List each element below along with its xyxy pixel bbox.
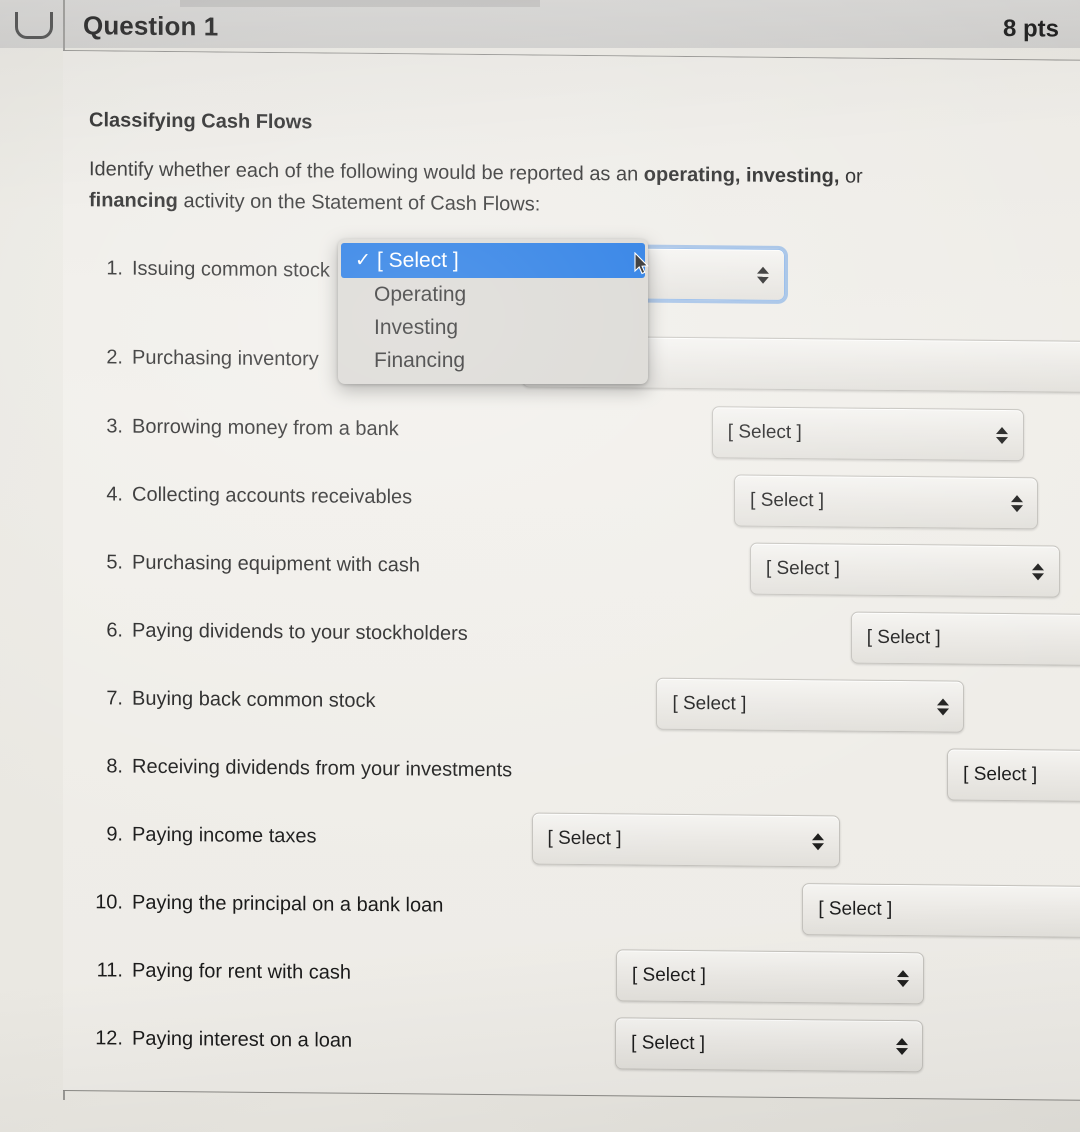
list-item-number: 4. — [106, 482, 123, 506]
list-item: 7. Buying back common stock [ Select ] — [89, 672, 965, 733]
select-value: [ Select ] — [866, 626, 941, 649]
instructions-part-1: operating, investing, — [643, 163, 845, 188]
list-item-number: 5. — [106, 550, 123, 574]
list-item-label: Borrowing money from a bank — [132, 415, 399, 440]
select-updown-arrows-icon[interactable] — [895, 1033, 908, 1059]
activity-select-12[interactable]: [ Select ] — [615, 1017, 924, 1073]
select-updown-arrows-icon[interactable] — [996, 422, 1009, 448]
activity-select-7[interactable]: [ Select ] — [656, 677, 965, 733]
select-value: [ Select ] — [765, 557, 840, 580]
instructions-part-4: activity on the Statement of Cash Flows: — [177, 190, 541, 216]
list-item-label: Paying dividends to your stockholders — [132, 619, 468, 645]
question-content: Classifying Cash Flows Identify whether … — [89, 109, 1080, 1073]
activity-select-11[interactable]: [ Select ] — [616, 949, 924, 1005]
select-updown-arrows-icon[interactable] — [1010, 490, 1023, 516]
select-value: [ Select ] — [727, 421, 802, 444]
list-item: 4. Collecting accounts receivables [ Selec… — [89, 468, 1039, 530]
section-heading: Classifying Cash Flows — [89, 109, 313, 134]
list-item: 11. Paying for rent with cash [ Select ] — [89, 944, 924, 1005]
select-updown-arrows-icon[interactable] — [896, 965, 909, 991]
page-title: Question 1 — [83, 10, 219, 42]
select-value: [ Select ] — [632, 964, 706, 987]
checkmark-icon: ✓ — [352, 349, 374, 372]
list-item: 3. Borrowing money from a bank [ Select ] — [89, 400, 1024, 462]
dropdown-option-label: Operating — [374, 282, 467, 306]
question-body: Classifying Cash Flows Identify whether … — [63, 51, 1080, 1101]
dropdown-option[interactable]: ✓Operating — [338, 278, 648, 311]
list-item-number: 1. — [106, 256, 123, 280]
dropdown-option[interactable]: ✓Investing — [338, 311, 648, 344]
select-dropdown-popup[interactable]: ✓[ Select ]✓Operating✓Investing✓Financin… — [338, 239, 648, 384]
select-value: [ Select ] — [750, 489, 825, 512]
list-item-label: Paying interest on a loan — [132, 1027, 353, 1052]
list-item: 5. Purchasing equipment with cash [ Select… — [89, 536, 1060, 598]
dropdown-option-label: [ Select ] — [377, 248, 459, 272]
select-value: [ Select ] — [672, 692, 747, 715]
activity-select-5[interactable]: [ Select ] — [749, 542, 1060, 598]
mouse-pointer-icon — [634, 251, 650, 276]
checkmark-icon: ✓ — [352, 283, 374, 306]
dropdown-option[interactable]: ✓Financing — [338, 344, 648, 377]
list-item-label: Paying income taxes — [132, 823, 317, 847]
list-item-label: Purchasing inventory — [132, 346, 319, 370]
list-item-label: Purchasing equipment with cash — [132, 551, 420, 576]
activity-select-9[interactable]: [ Select ] — [531, 812, 840, 868]
instructions-rich: Identify whether each of the following w… — [89, 158, 863, 215]
checkmark-icon: ✓ — [352, 316, 374, 339]
list-item-number: 7. — [106, 686, 123, 710]
select-value: [ Select ] — [631, 1032, 706, 1055]
list-item-label: Collecting accounts receivables — [132, 483, 413, 508]
activity-select-10[interactable]: [ Select ] — [802, 883, 1080, 939]
list-item: 9. Paying income taxes [ Select ] — [89, 808, 840, 868]
list-item-number: 3. — [106, 414, 123, 438]
list-item: 8. Receiving dividends from your investme… — [89, 740, 1080, 804]
select-updown-arrows-icon[interactable] — [936, 693, 949, 719]
list-item: 10. Paying the principal on a bank loan [ … — [89, 876, 1080, 939]
list-item-label: Receiving dividends from your investment… — [132, 755, 513, 781]
list-item-number: 12. — [95, 1026, 123, 1050]
dropdown-option-label: Financing — [374, 348, 466, 372]
points-badge: 8 pts — [1002, 15, 1059, 43]
activity-select-6[interactable]: [ Select ] — [850, 611, 1080, 667]
instructions-part-2: or — [844, 165, 863, 188]
select-value: [ Select ] — [547, 827, 622, 850]
instructions-part-0: Identify whether each of the following w… — [89, 158, 644, 186]
dropdown-option[interactable]: ✓ [ Select ] — [341, 243, 645, 278]
dropdown-option-label: Investing — [374, 315, 459, 339]
screen-photo: Question 1 8 pts Classifying Cash Flows … — [0, 0, 1080, 1132]
list-item-number: 10. — [95, 890, 123, 914]
question-card: Question 1 8 pts Classifying Cash Flows … — [63, 0, 1080, 1110]
list-item-label: Paying the principal on a bank loan — [132, 891, 444, 917]
select-value: [ Select ] — [963, 763, 1038, 786]
select-value: [ Select ] — [818, 898, 893, 920]
list-item-label: Paying for rent with cash — [132, 959, 351, 984]
list-item-number: 6. — [106, 618, 123, 642]
list-item: 12. Paying interest on a loan [ Select ] — [89, 1012, 924, 1073]
list-item-number: 9. — [106, 822, 123, 846]
activity-select-8[interactable]: [ Select ] — [947, 748, 1080, 804]
instructions-part-3: financing — [89, 189, 178, 213]
list-item-number: 2. — [106, 345, 123, 369]
instructions-text: Identify whether each of the following w… — [89, 154, 929, 224]
list-item-label: Buying back common stock — [132, 687, 376, 712]
select-updown-arrows-icon[interactable] — [757, 262, 770, 288]
select-updown-arrows-icon[interactable] — [1032, 558, 1045, 584]
activity-select-3[interactable]: [ Select ] — [711, 406, 1024, 462]
bracket-icon — [15, 12, 53, 39]
checkmark-icon: ✓ — [355, 250, 371, 271]
list-item: 6. Paying dividends to your stockholders [… — [89, 604, 1080, 667]
activity-select-4[interactable]: [ Select ] — [734, 474, 1039, 530]
list-item-label: Issuing common stock — [132, 257, 330, 282]
list-item-number: 8. — [106, 754, 123, 778]
list-item-number: 11. — [96, 958, 123, 982]
select-updown-arrows-icon[interactable] — [812, 828, 825, 854]
